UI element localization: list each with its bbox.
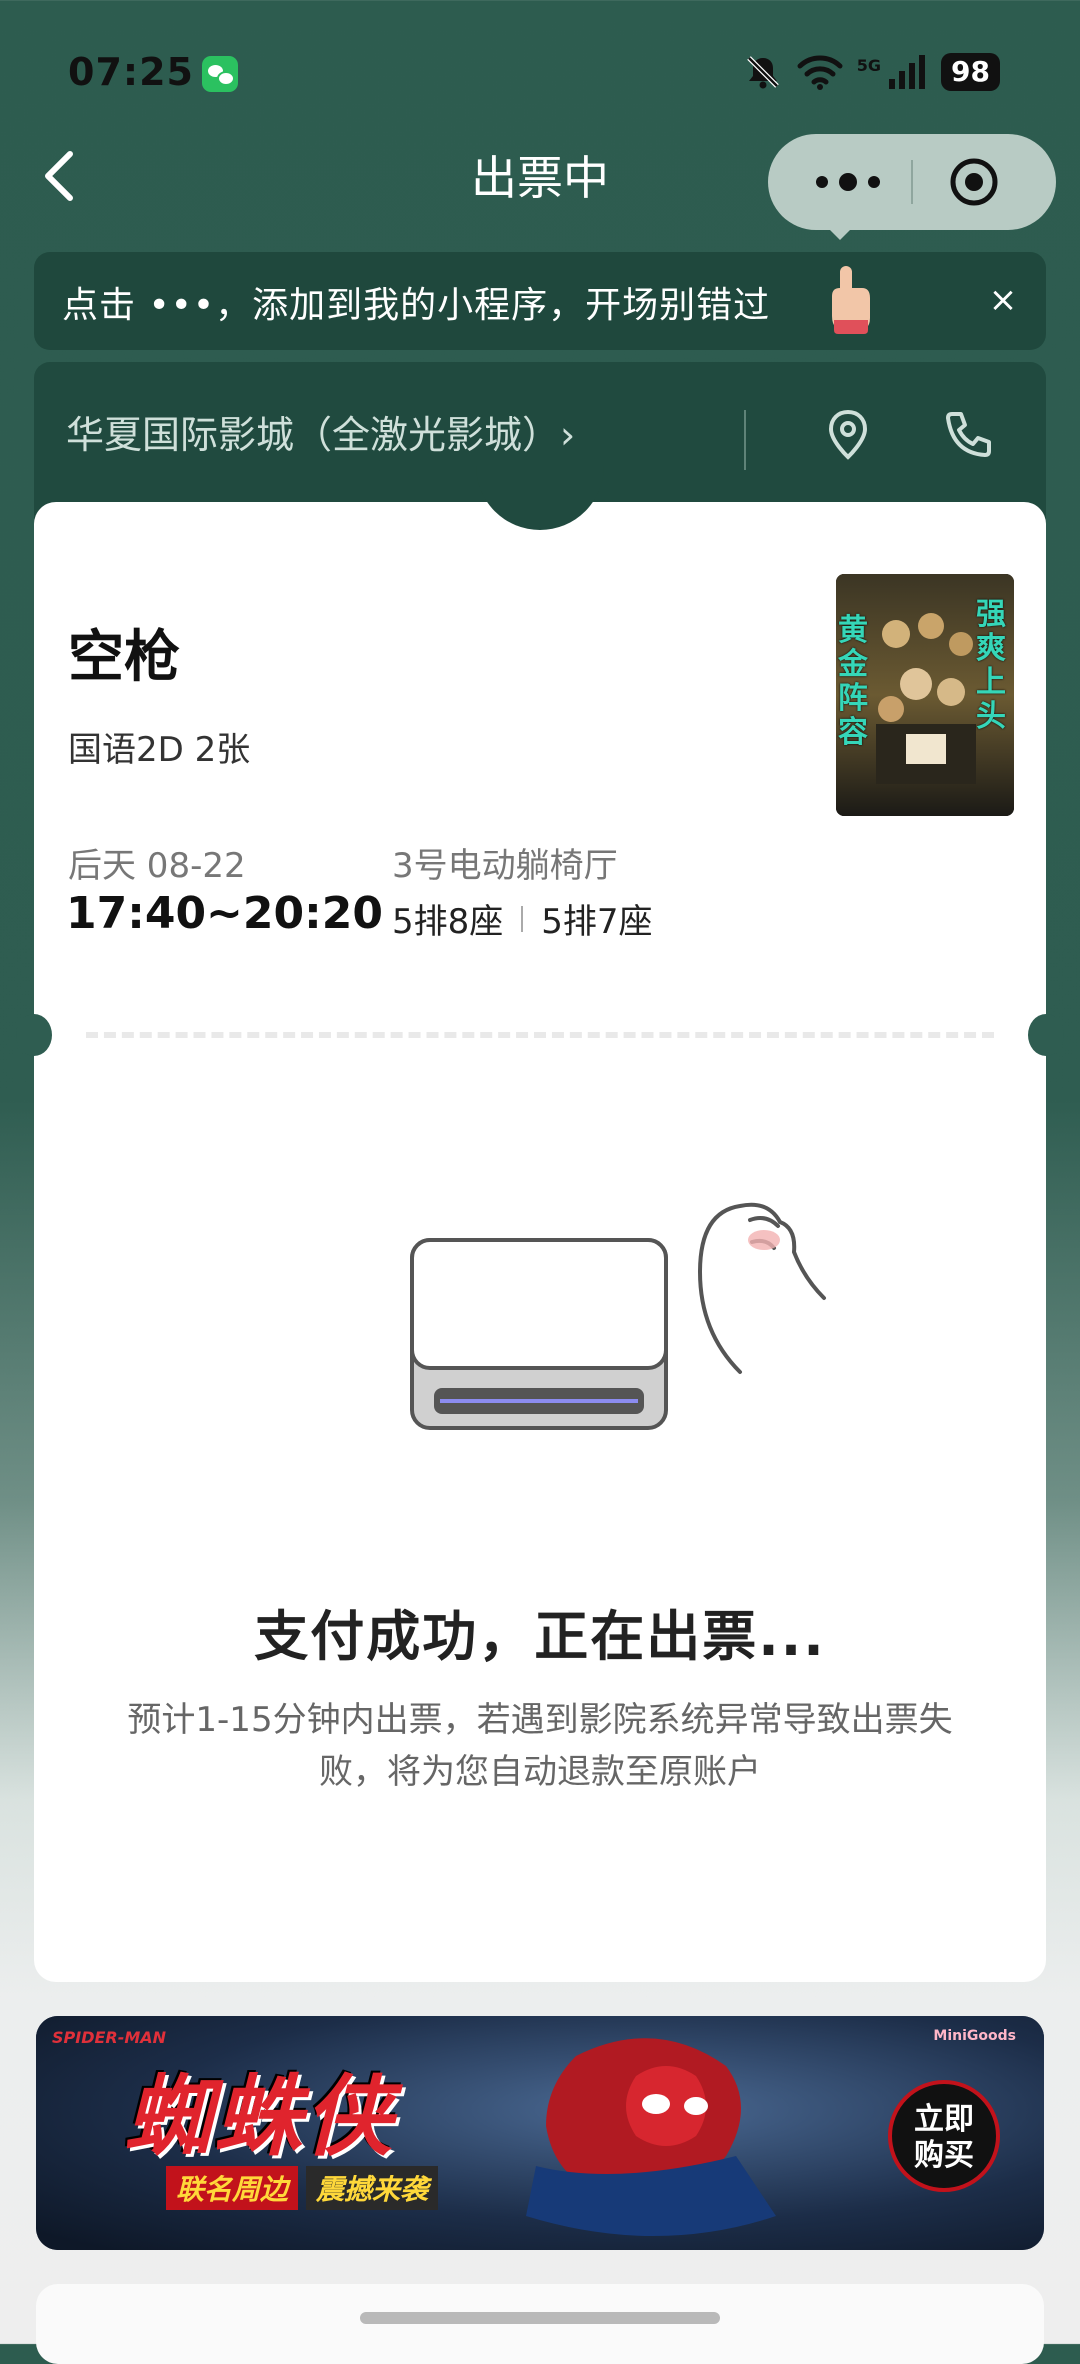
ticket-printing-illustration — [410, 1202, 826, 1430]
spiderman-ad-banner[interactable]: SPIDER-MAN 蜘蛛侠 联名周边 震撼来袭 MiniGoods 立即 购买 — [36, 2016, 1044, 2250]
cinema-divider — [744, 410, 746, 470]
ad-subtitle-left: 联名周边 — [166, 2166, 299, 2210]
capsule-pointer — [826, 226, 854, 240]
payment-status-description: 预计1-15分钟内出票，若遇到影院系统异常导致出票失败，将为您自动退款至原账户 — [127, 1700, 953, 1792]
close-miniprogram-icon[interactable] — [948, 156, 1000, 208]
ticket-notch-left — [16, 1014, 52, 1056]
show-date: 后天 08-22 — [68, 846, 246, 886]
show-time: 17:40~20:20 — [66, 888, 383, 939]
capsule-divider — [911, 160, 913, 204]
seat-item: 5排7座 — [541, 902, 653, 942]
wechat-notification-icon — [202, 56, 238, 92]
payment-status-title: 支付成功，正在出票... — [254, 1605, 826, 1668]
ad-logo-left: SPIDER-MAN — [52, 2028, 167, 2047]
status-time: 07:25 — [68, 50, 194, 94]
network-type: 5G — [856, 55, 882, 75]
cinema-name-link[interactable]: 华夏国际影城（全激光影城）› — [66, 404, 575, 459]
seat-divider — [521, 905, 524, 932]
status-icons: 5G 98 — [743, 52, 1000, 92]
movie-poster[interactable]: 黄金阵容 强爽上头 — [836, 574, 1014, 816]
seat-item: 5排8座 — [392, 902, 504, 942]
home-indicator[interactable] — [360, 2312, 720, 2324]
movie-title: 空枪 — [68, 625, 180, 690]
hint-text: 点击 •••，添加到我的小程序，开场别错过 — [62, 285, 771, 326]
next-card-peek — [36, 2284, 1044, 2364]
pointing-hand-icon — [832, 266, 870, 334]
signal-icon — [889, 55, 926, 89]
wifi-icon — [797, 55, 843, 90]
poster-text-left: 黄金阵容 — [838, 613, 868, 750]
movie-meta: 国语2D 2张 — [68, 730, 251, 770]
ad-button-line1: 立即 — [914, 2102, 974, 2137]
ad-subtitle: 联名周边 震撼来袭 — [166, 2166, 439, 2210]
ad-buy-now-button[interactable]: 立即 购买 — [888, 2080, 1000, 2192]
poster-text-right: 强爽上头 — [976, 597, 1006, 734]
location-pin-icon[interactable] — [820, 406, 876, 462]
ad-title: 蜘蛛侠 — [124, 2065, 395, 2168]
hall-name: 3号电动躺椅厅 — [392, 846, 618, 886]
ticket-notch-right — [1028, 1014, 1064, 1056]
miniprogram-capsule — [768, 134, 1056, 230]
ad-logo-right: MiniGoods — [933, 2028, 1016, 2044]
ticket-perforation — [86, 1032, 994, 1038]
ad-subtitle-right: 震撼来袭 — [306, 2166, 439, 2210]
hint-close-button[interactable]: × — [986, 280, 1020, 320]
mute-bell-icon — [746, 56, 779, 89]
seat-list: 5排8座 5排7座 — [392, 894, 653, 943]
ad-button-line2: 购买 — [914, 2138, 974, 2173]
battery-indicator: 98 — [941, 53, 1000, 91]
phone-icon[interactable] — [938, 406, 994, 462]
more-options-icon[interactable] — [808, 152, 888, 212]
